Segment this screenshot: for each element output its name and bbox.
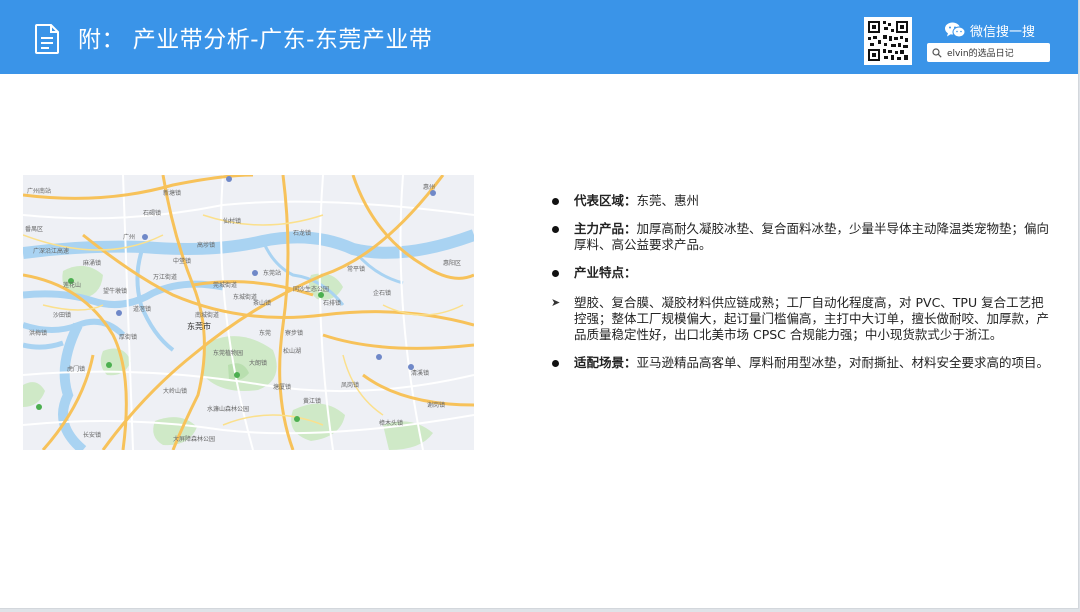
bullet-dot-icon xyxy=(552,270,559,277)
item-text: 塑胶、复合膜、凝胶材料供应链成熟；工厂自动化程度高，对 PVC、TPU 复合工艺… xyxy=(574,295,1050,342)
item-label: 代表区域： xyxy=(574,193,637,208)
map-label: 石排镇 xyxy=(323,299,341,307)
list-item-main-products: 主力产品：加厚高耐久凝胶冰垫、复合面料冰垫，少量半导体主动降温类宠物垫；偏向厚料… xyxy=(550,221,1055,253)
map-label: 洪梅镇 xyxy=(29,329,47,337)
map-label: 寮步镇 xyxy=(285,329,303,337)
map-label: 惠阳区 xyxy=(443,259,461,267)
qr-code-icon xyxy=(864,17,912,65)
dongguan-map-image: 东莞市 广深沿江高速 广州 东莞站 惠州 清溪镇 樟木头镇 石碣镇 石龙镇 茶山… xyxy=(23,175,474,450)
search-query-text: elvin的选品日记 xyxy=(947,49,1014,59)
map-label: 南城街道 xyxy=(195,311,219,319)
map-label: 麻涌镇 xyxy=(83,259,101,267)
map-label: 广深沿江高速 xyxy=(33,247,69,255)
item-text: 加厚高耐久凝胶冰垫、复合面料冰垫，少量半导体主动降温类宠物垫；偏向厚料、高公益要… xyxy=(574,221,1050,252)
item-label: 适配场景： xyxy=(574,355,637,370)
industry-belt-summary: 代表区域：东莞、惠州 主力产品：加厚高耐久凝胶冰垫、复合面料冰垫，少量半导体主动… xyxy=(550,193,1055,371)
list-item-scenarios: 适配场景：亚马逊精品高客单、厚料耐用型冰垫，对耐撕扯、材料安全要求高的项目。 xyxy=(550,355,1055,371)
map-label: 同沙生态公园 xyxy=(293,285,329,293)
map-label: 塘厦镇 xyxy=(273,383,291,391)
map-label: 樟木头镇 xyxy=(379,419,403,427)
map-label: 广州南站 xyxy=(27,187,51,195)
bullet-dot-icon xyxy=(552,360,559,367)
list-item-region: 代表区域：东莞、惠州 xyxy=(550,193,1055,209)
map-label: 石龙镇 xyxy=(293,229,311,237)
list-item-features-detail: ➤ 塑胶、复合膜、凝胶材料供应链成熟；工厂自动化程度高，对 PVC、TPU 复合… xyxy=(550,295,1055,343)
map-label: 企石镇 xyxy=(373,289,391,297)
map-label: 厚街镇 xyxy=(119,333,137,341)
arrow-bullet-icon: ➤ xyxy=(551,296,561,309)
map-label: 水濂山森林公园 xyxy=(207,405,249,413)
map-label: 清溪镇 xyxy=(411,369,429,377)
map-label: 惠州 xyxy=(423,183,435,191)
map-label: 道滘镇 xyxy=(133,305,151,313)
wechat-search-row: 微信搜一搜 xyxy=(944,20,1035,40)
map-label: 莲花山 xyxy=(63,281,81,289)
map-label: 谢岗镇 xyxy=(427,401,445,409)
map-label: 黄江镇 xyxy=(303,397,321,405)
map-label: 中堂镇 xyxy=(173,257,191,265)
map-label: 新塘镇 xyxy=(163,189,181,197)
bullet-dot-icon xyxy=(552,226,559,233)
wechat-icon xyxy=(945,22,966,38)
map-label: 石碣镇 xyxy=(143,209,161,217)
header-bar: 附： 产业带分析-广东-东莞产业带 微信搜一搜 elvin的选品日记 xyxy=(0,0,1078,74)
map-label: 凤岗镇 xyxy=(341,381,359,389)
map-label: 高埗镇 xyxy=(197,241,215,249)
item-text: 东莞、惠州 xyxy=(636,193,700,208)
map-label: 长安镇 xyxy=(83,431,101,439)
item-label: 主力产品： xyxy=(574,221,637,236)
map-label: 东莞 xyxy=(259,329,271,337)
map-label: 大岭山镇 xyxy=(163,387,187,395)
map-center-label: 东莞市 xyxy=(187,321,211,331)
map-label: 常平镇 xyxy=(347,265,365,273)
wechat-search-label: 微信搜一搜 xyxy=(970,24,1036,40)
map-label: 莞城街道 xyxy=(213,281,237,289)
map-label: 沙田镇 xyxy=(53,311,71,319)
map-label: 虎门镇 xyxy=(67,365,85,373)
map-label: 东莞站 xyxy=(263,269,281,277)
search-input[interactable]: elvin的选品日记 xyxy=(927,43,1050,62)
map-label: 望牛墩镇 xyxy=(103,287,127,295)
map-label: 番禺区 xyxy=(25,226,43,233)
item-text: 亚马逊精品高客单、厚料耐用型冰垫，对耐撕扯、材料安全要求高的项目。 xyxy=(636,355,1050,370)
map-label: 广州 xyxy=(123,233,135,241)
map-label: 大屏障森林公园 xyxy=(173,435,215,443)
map-label: 东城街道 xyxy=(233,293,257,301)
map-label: 东莞植物园 xyxy=(213,349,243,357)
page-title: 附： 产业带分析-广东-东莞产业带 xyxy=(78,27,433,53)
map-label: 大朗镇 xyxy=(249,359,267,367)
list-item-features: 产业特点： xyxy=(550,265,1055,281)
document-icon xyxy=(35,24,59,54)
map-label: 仙村镇 xyxy=(223,217,241,225)
map-graphic: 东莞市 广深沿江高速 广州 东莞站 惠州 清溪镇 樟木头镇 石碣镇 石龙镇 茶山… xyxy=(23,175,474,450)
bullet-dot-icon xyxy=(552,198,559,205)
slide: 附： 产业带分析-广东-东莞产业带 微信搜一搜 elvin的选品日记 东莞市 广… xyxy=(0,0,1079,609)
map-label: 万江街道 xyxy=(153,273,177,281)
map-label: 松山湖 xyxy=(283,347,301,355)
search-icon xyxy=(932,47,942,58)
item-label: 产业特点： xyxy=(574,265,637,280)
